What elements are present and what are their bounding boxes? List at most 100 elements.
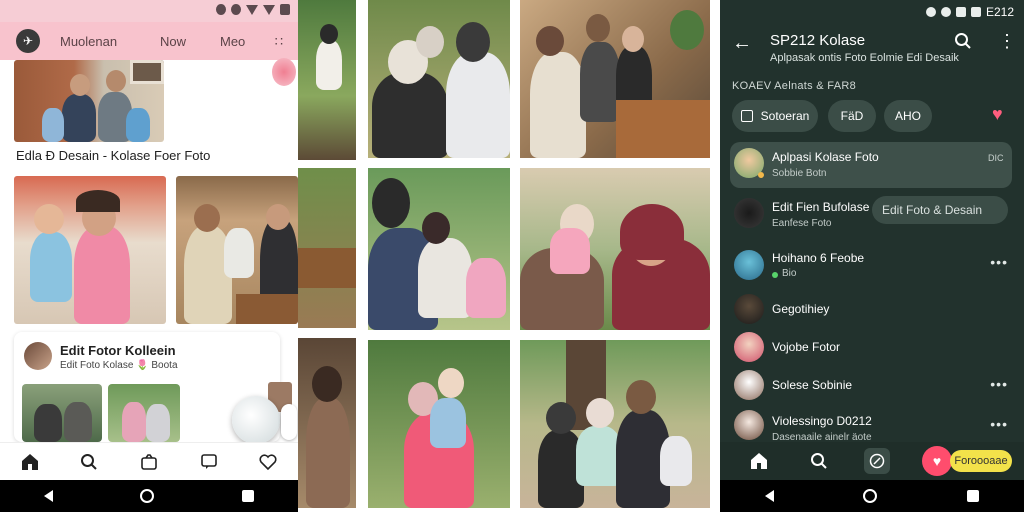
photo-father-kids[interactable]: [520, 168, 710, 330]
contact-name: Gegotihiey: [772, 302, 830, 316]
edit-foto-desain-pill[interactable]: Edit Foto & Desain: [872, 196, 1008, 224]
card-thumb-2[interactable]: [108, 384, 180, 442]
back-icon[interactable]: [764, 490, 774, 502]
more-icon[interactable]: ∷: [275, 34, 284, 50]
status-time: E212: [985, 5, 1014, 19]
section-label: KOAEV Aelnats & FAR8: [732, 80, 857, 92]
contact-name: Edit Fien Bufolase: [772, 200, 870, 214]
vibrate-icon: [925, 7, 936, 17]
home-button-icon[interactable]: [140, 489, 155, 503]
system-nav-bar: [720, 480, 1024, 512]
photo-hijab-forest[interactable]: [298, 0, 356, 160]
contact-name: Vojobe Fotor: [772, 340, 841, 354]
photo-family-home[interactable]: [520, 0, 710, 158]
signal-icon: [263, 4, 275, 15]
battery-icon: [970, 7, 981, 17]
tab-meo[interactable]: Meo: [220, 34, 245, 49]
chip-fad[interactable]: FäD: [828, 100, 876, 132]
more-options-icon[interactable]: •••: [990, 254, 1008, 270]
status-bar: E212: [720, 0, 1024, 24]
header-title: SP212 Kolase: [770, 32, 866, 49]
chat-icon[interactable]: [194, 447, 224, 477]
search-icon[interactable]: [954, 32, 972, 50]
recents-icon[interactable]: [967, 490, 980, 502]
settings-icon: [231, 4, 241, 15]
heart-fab-icon[interactable]: ♥: [922, 446, 952, 476]
family-photo[interactable]: [14, 60, 164, 142]
chip-label: FäD: [840, 109, 864, 123]
card-thumb-1[interactable]: [22, 384, 102, 442]
app-logo-icon[interactable]: ✈: [16, 29, 40, 53]
camera-mini-button[interactable]: [281, 404, 297, 440]
chip-label: AHO: [894, 109, 921, 123]
settings-icon: [940, 7, 951, 17]
chip-label: Sotoeran: [760, 109, 810, 123]
back-icon[interactable]: [43, 490, 53, 502]
photo-woman-portrait[interactable]: [298, 338, 356, 508]
search-icon[interactable]: [806, 448, 832, 474]
status-bar: [0, 0, 298, 22]
contact-row-1[interactable]: Aplpasi Kolase Foto Sobbie Botn DIC: [720, 146, 1024, 186]
photo-mother-daughters[interactable]: [368, 168, 510, 330]
nav-pill-button[interactable]: Foroooaae: [950, 450, 1012, 472]
back-arrow-icon[interactable]: ←: [732, 32, 752, 55]
home-icon[interactable]: [15, 447, 45, 477]
wifi-icon: [246, 4, 258, 15]
home-button-icon[interactable]: [863, 489, 878, 503]
contact-row-6[interactable]: Solese Sobinie •••: [720, 368, 1024, 408]
app-bar: ✈ Muolenan Now Meo ∷: [0, 22, 298, 60]
tab-now[interactable]: Now: [160, 34, 186, 49]
family-table-photo[interactable]: [176, 176, 298, 324]
avatar: [734, 410, 764, 440]
wifi-icon: [955, 7, 966, 17]
contact-row-3[interactable]: Hoihano 6 Feobe Bio •••: [720, 248, 1024, 288]
card-subtitle: Edit Foto Kolase 🌷 Boota: [60, 360, 178, 371]
bottom-nav: ♥ Foroooaae: [720, 442, 1024, 480]
vibrate-icon: [216, 4, 226, 15]
contact-name: Solese Sobinie: [772, 378, 853, 392]
more-options-icon[interactable]: •••: [990, 416, 1008, 432]
gallery-icon[interactable]: [134, 447, 164, 477]
contact-sub: Bio: [782, 268, 797, 279]
photo-garden-table[interactable]: [298, 168, 356, 328]
tab-muolenan[interactable]: Muolenan: [60, 34, 117, 49]
recents-icon[interactable]: [242, 490, 255, 502]
contact-row-5[interactable]: Vojobe Fotor: [720, 330, 1024, 370]
avatar: [734, 294, 764, 324]
chip-aho[interactable]: AHO: [884, 100, 932, 132]
contact-sub: Eanfese Foto: [772, 218, 832, 229]
contact-name: Aplpasi Kolase Foto: [772, 150, 879, 164]
status-dot: [758, 172, 764, 178]
photo-mother-baby[interactable]: [368, 340, 510, 508]
collage-screenshot: ✈ Muolenan Now Meo ∷ Edla Đ Desain - Kol…: [0, 0, 1024, 512]
app-header: ← SP212 Kolase Aplpasak ontis Foto Eolmi…: [720, 24, 1024, 74]
home-icon[interactable]: [746, 448, 772, 474]
card-title: Edit Fotor Kolleein: [60, 343, 176, 358]
header-subtitle: Aplpasak ontis Foto Eolmie Edi Desaik: [770, 52, 959, 64]
mother-child-photo[interactable]: [14, 176, 166, 324]
overflow-menu-icon[interactable]: ⋮: [998, 32, 1016, 50]
chip-sotoeran[interactable]: Sotoeran: [732, 100, 818, 132]
photo-family-tree[interactable]: [520, 340, 710, 508]
edit-icon[interactable]: [864, 448, 890, 474]
heart-icon[interactable]: [253, 447, 283, 477]
photo-caption: Edla Đ Desain - Kolase Foer Foto: [16, 148, 211, 163]
heart-icon[interactable]: ♥: [992, 104, 1003, 125]
add-photo-icon: [740, 110, 753, 122]
photo-grid: [298, 0, 720, 512]
avatar: [734, 198, 764, 228]
battery-icon: [280, 4, 290, 15]
create-fab-button[interactable]: [232, 396, 280, 444]
more-options-icon[interactable]: •••: [990, 376, 1008, 392]
contact-name: Hoihano 6 Feobe: [772, 251, 865, 265]
contact-row-4[interactable]: Gegotihiey: [720, 292, 1024, 332]
online-dot: [772, 272, 778, 278]
search-icon[interactable]: [74, 447, 104, 477]
avatar: [24, 342, 52, 370]
contact-sub: Sobbie Botn: [772, 168, 827, 179]
photo-two-women[interactable]: [368, 0, 510, 158]
contact-tag: DIC: [988, 153, 1004, 163]
system-nav-bar: [0, 480, 298, 512]
avatar: [734, 332, 764, 362]
avatar: [734, 250, 764, 280]
